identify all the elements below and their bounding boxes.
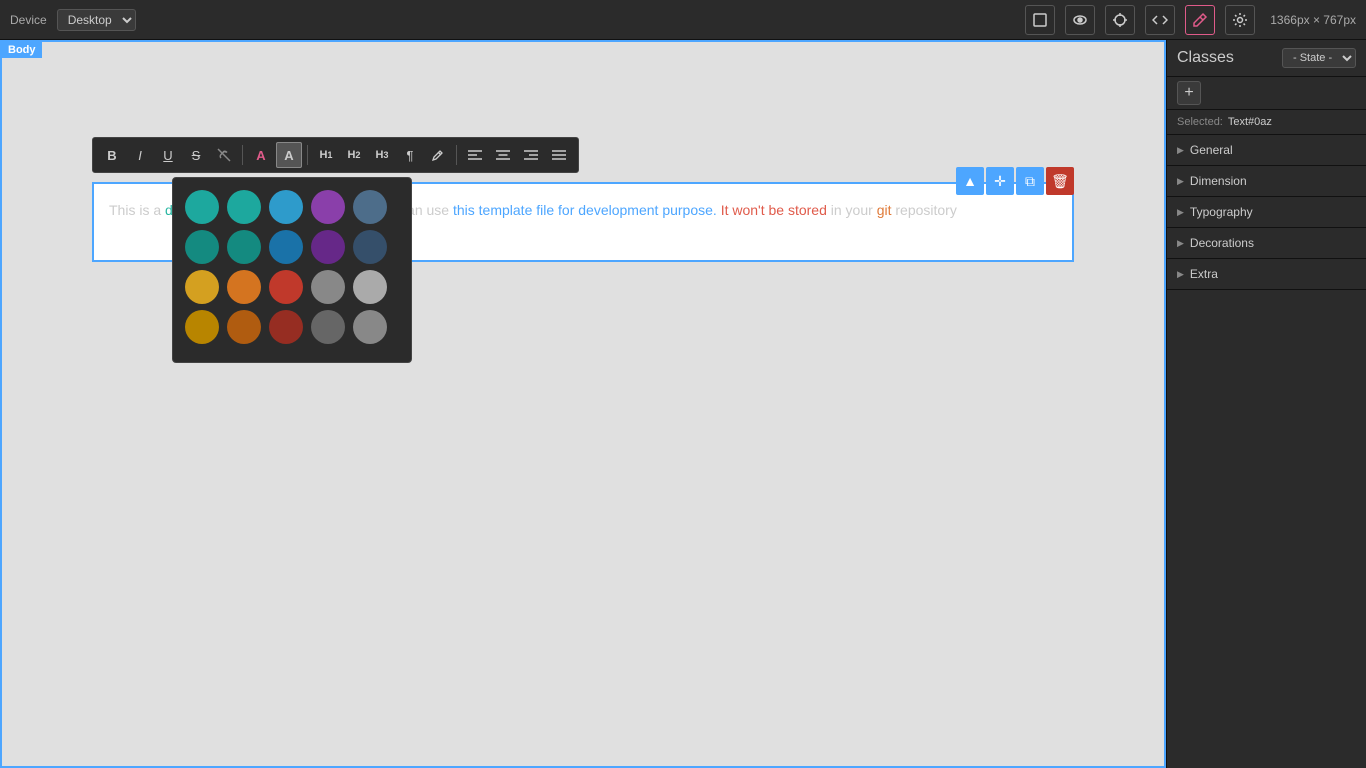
right-panel: Classes - State - + Selected: Text#0az ▶…	[1166, 40, 1366, 768]
move-up-btn[interactable]: ▲	[956, 167, 984, 195]
typography-section-header[interactable]: ▶ Typography	[1167, 197, 1366, 227]
color-blue2[interactable]	[269, 230, 303, 264]
text-color-btn[interactable]: A	[248, 142, 274, 168]
extra-section-header[interactable]: ▶ Extra	[1167, 259, 1366, 289]
color-purple1[interactable]	[311, 190, 345, 224]
body-tag: Body	[2, 42, 42, 58]
dimensions-label: 1366px × 767px	[1270, 13, 1356, 27]
color-teal2[interactable]	[227, 190, 261, 224]
highlight-btn[interactable]	[425, 142, 451, 168]
panel-header: Classes - State -	[1167, 40, 1366, 77]
no-link-btn[interactable]	[211, 142, 237, 168]
main-layout: Body B I U S A A H1 H2 H3 ¶	[0, 40, 1366, 768]
crosshair-icon-btn[interactable]	[1105, 5, 1135, 35]
state-dropdown[interactable]: - State -	[1282, 48, 1356, 68]
general-section: ▶ General	[1167, 135, 1366, 166]
color-gray3[interactable]	[311, 310, 345, 344]
color-orange1[interactable]	[227, 270, 261, 304]
dimension-arrow: ▶	[1177, 176, 1184, 187]
extra-label: Extra	[1190, 267, 1218, 281]
decorations-section-header[interactable]: ▶ Decorations	[1167, 228, 1366, 258]
code-icon-btn[interactable]	[1145, 5, 1175, 35]
extra-arrow: ▶	[1177, 269, 1184, 280]
strikethrough-btn[interactable]: S	[183, 142, 209, 168]
general-section-header[interactable]: ▶ General	[1167, 135, 1366, 165]
color-purple2[interactable]	[311, 230, 345, 264]
h2-btn[interactable]: H2	[341, 142, 367, 168]
color-blue1[interactable]	[269, 190, 303, 224]
top-toolbar: Device Desktop Tablet Mobile 1366px × 76…	[0, 0, 1366, 40]
color-teal1[interactable]	[185, 190, 219, 224]
color-teal3[interactable]	[185, 230, 219, 264]
color-gray4[interactable]	[353, 310, 387, 344]
color-yellow[interactable]	[185, 270, 219, 304]
text-bg-color-btn[interactable]: A	[276, 142, 302, 168]
align-justify-btn[interactable]	[546, 142, 572, 168]
element-controls: ▲ ✛ ⧉ 🗑	[956, 167, 1074, 195]
italic-btn[interactable]: I	[127, 142, 153, 168]
decorations-label: Decorations	[1190, 236, 1254, 250]
color-red1[interactable]	[269, 270, 303, 304]
add-class-btn[interactable]: +	[1177, 81, 1201, 105]
eye-icon-btn[interactable]	[1065, 5, 1095, 35]
general-label: General	[1190, 143, 1233, 157]
canvas-area[interactable]: Body B I U S A A H1 H2 H3 ¶	[0, 40, 1166, 768]
move-btn[interactable]: ✛	[986, 167, 1014, 195]
selected-label: Selected:	[1177, 116, 1223, 128]
align-right-btn[interactable]	[518, 142, 544, 168]
pen-icon-btn[interactable]	[1185, 5, 1215, 35]
color-grid-row2	[185, 230, 399, 264]
selected-value: Text#0az	[1228, 116, 1272, 128]
align-left-btn[interactable]	[462, 142, 488, 168]
decorations-arrow: ▶	[1177, 238, 1184, 249]
align-center-btn[interactable]	[490, 142, 516, 168]
square-icon-btn[interactable]	[1025, 5, 1055, 35]
underline-btn[interactable]: U	[155, 142, 181, 168]
color-slate2[interactable]	[353, 230, 387, 264]
color-gray1[interactable]	[311, 270, 345, 304]
text-format-toolbar: B I U S A A H1 H2 H3 ¶	[92, 137, 579, 173]
color-red2[interactable]	[269, 310, 303, 344]
paragraph-btn[interactable]: ¶	[397, 142, 423, 168]
general-arrow: ▶	[1177, 145, 1184, 156]
decorations-section: ▶ Decorations	[1167, 228, 1366, 259]
classes-label: Classes	[1177, 49, 1234, 67]
typography-label: Typography	[1190, 205, 1253, 219]
device-select[interactable]: Desktop Tablet Mobile	[57, 9, 136, 31]
color-slate1[interactable]	[353, 190, 387, 224]
bold-btn[interactable]: B	[99, 142, 125, 168]
color-orange2[interactable]	[227, 310, 261, 344]
dimension-section: ▶ Dimension	[1167, 166, 1366, 197]
color-grid-row4	[185, 310, 399, 344]
color-gray2[interactable]	[353, 270, 387, 304]
color-grid-row1	[185, 190, 399, 224]
h3-btn[interactable]: H3	[369, 142, 395, 168]
color-grid-row3	[185, 270, 399, 304]
copy-btn[interactable]: ⧉	[1016, 167, 1044, 195]
typography-arrow: ▶	[1177, 207, 1184, 218]
gear-icon-btn[interactable]	[1225, 5, 1255, 35]
h1-btn[interactable]: H1	[313, 142, 339, 168]
selected-info: Selected: Text#0az	[1167, 110, 1366, 135]
delete-btn[interactable]: 🗑	[1046, 167, 1074, 195]
dimension-section-header[interactable]: ▶ Dimension	[1167, 166, 1366, 196]
dimension-label: Dimension	[1190, 174, 1247, 188]
device-label: Device	[10, 13, 47, 27]
extra-section: ▶ Extra	[1167, 259, 1366, 290]
color-yellow-dark[interactable]	[185, 310, 219, 344]
color-teal4[interactable]	[227, 230, 261, 264]
typography-section: ▶ Typography	[1167, 197, 1366, 228]
color-picker-popup	[172, 177, 412, 363]
